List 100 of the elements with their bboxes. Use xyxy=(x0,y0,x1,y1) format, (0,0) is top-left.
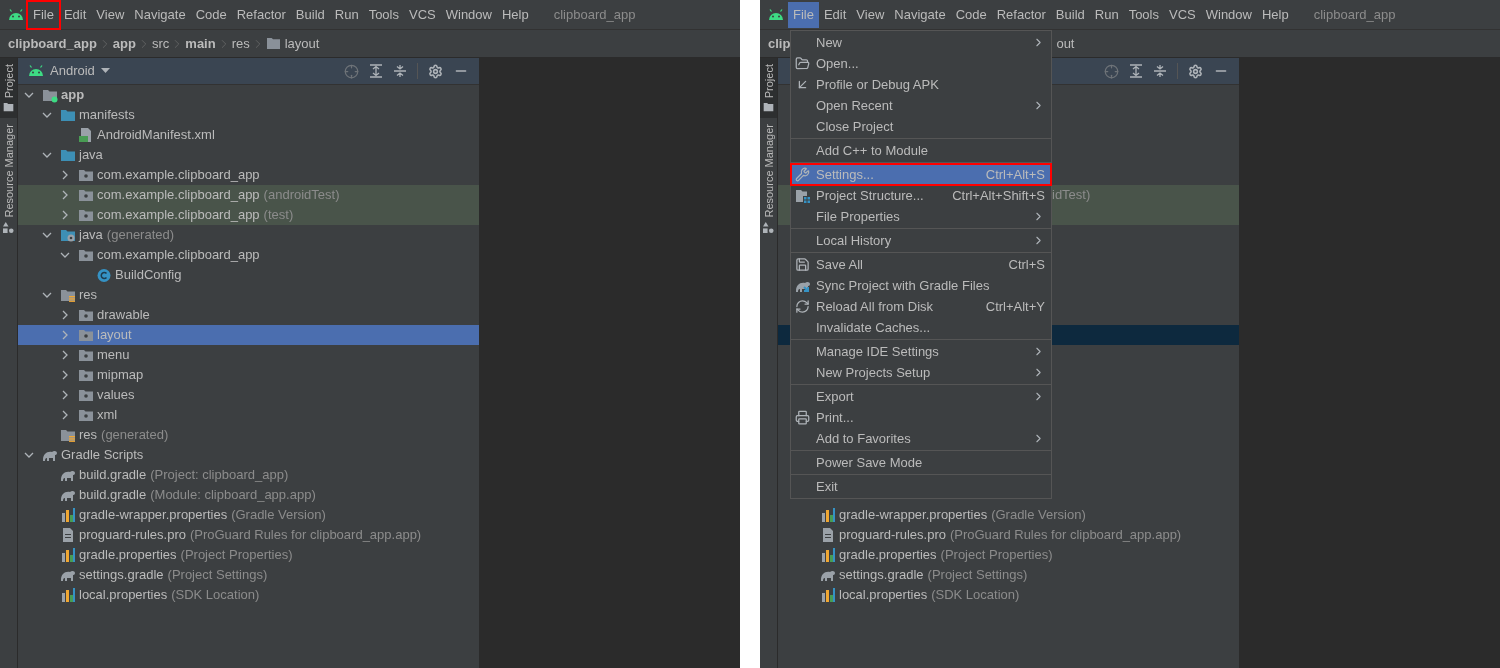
tree-label: com.example.clipboard_app xyxy=(97,246,260,265)
breadcrumb[interactable]: out xyxy=(1056,33,1075,54)
menu-item[interactable]: Close Project xyxy=(791,116,1051,137)
menu-item[interactable]: Save All Ctrl+S xyxy=(791,254,1051,275)
menu-item[interactable]: Open... xyxy=(791,53,1051,74)
menu-bar-item[interactable]: Run xyxy=(1089,1,1124,28)
tree-row[interactable]: AndroidManifest.xml xyxy=(18,125,479,145)
bar-chart-icon xyxy=(60,507,76,523)
tree-row[interactable]: values xyxy=(18,385,479,405)
tree-row[interactable]: gradle-wrapper.properties (Gradle Version) xyxy=(18,505,479,525)
tree-row[interactable]: gradle.properties (Project Properties) xyxy=(778,545,1239,565)
menu-item[interactable]: Profile or Debug APK xyxy=(791,74,1051,95)
tree-row[interactable]: com.example.clipboard_app xyxy=(18,245,479,265)
menu-bar-item[interactable]: Refactor xyxy=(231,1,291,28)
menu-bar-item[interactable]: Help xyxy=(496,1,534,28)
side-tab[interactable]: Resource Manager xyxy=(760,118,777,239)
side-tab[interactable]: Resource Manager xyxy=(0,118,17,239)
expand-all-icon[interactable] xyxy=(369,64,383,78)
tree-row[interactable]: local.properties (SDK Location) xyxy=(778,585,1239,605)
tree-row[interactable]: proguard-rules.pro (ProGuard Rules for clipboard_app.app) xyxy=(778,525,1239,545)
menu-bar-item[interactable]: Edit xyxy=(58,1,92,28)
tree-row[interactable]: com.example.clipboard_app (androidTest) xyxy=(18,185,479,205)
tree-row[interactable]: java xyxy=(18,145,479,165)
tree-row[interactable]: settings.gradle (Project Settings) xyxy=(778,565,1239,585)
menu-bar-item[interactable]: Tools xyxy=(1123,1,1164,28)
tree-row[interactable]: res xyxy=(18,285,479,305)
menu-item[interactable]: Export xyxy=(791,386,1051,407)
chevron-down-icon[interactable] xyxy=(42,150,52,160)
settings-icon[interactable] xyxy=(1188,63,1203,79)
menu-bar-item[interactable]: Edit xyxy=(818,1,852,28)
menu-bar-item[interactable]: Refactor xyxy=(991,1,1051,28)
menu-bar-item[interactable]: File xyxy=(28,1,59,28)
side-tab[interactable]: Project xyxy=(760,58,777,119)
tree-row[interactable]: gradle-wrapper.properties (Gradle Version) xyxy=(778,505,1239,525)
settings-icon[interactable] xyxy=(428,63,443,79)
tree-row[interactable]: com.example.clipboard_app (test) xyxy=(18,205,479,225)
menu-item[interactable]: Print... xyxy=(791,407,1051,428)
menu-item[interactable]: Power Save Mode xyxy=(791,452,1051,473)
menu-item[interactable]: Reload All from Disk Ctrl+Alt+Y xyxy=(791,296,1051,317)
chevron-down-icon[interactable] xyxy=(24,450,34,460)
tree-row[interactable]: app xyxy=(18,85,479,105)
menu-item[interactable]: New Projects Setup xyxy=(791,362,1051,383)
chevron-down-icon[interactable] xyxy=(42,290,52,300)
tree-row[interactable]: settings.gradle (Project Settings) xyxy=(18,565,479,585)
tree-row[interactable]: proguard-rules.pro (ProGuard Rules for clipboard_app.app) xyxy=(18,525,479,545)
menu-item[interactable]: Add C++ to Module xyxy=(791,140,1051,161)
menu-item[interactable]: Local History xyxy=(791,230,1051,251)
tree-hint: (Project Settings) xyxy=(167,566,268,585)
breadcrumb[interactable]: res xyxy=(231,33,250,54)
menu-item[interactable]: Sync Project with Gradle Files xyxy=(791,275,1051,296)
menu-bar-item[interactable]: Window xyxy=(1200,1,1257,28)
menu-bar-item[interactable]: Help xyxy=(1256,1,1294,28)
menu-bar-item[interactable]: VCS xyxy=(1164,1,1201,28)
breadcrumb[interactable]: clip xyxy=(768,33,791,54)
menu-bar-item[interactable]: Code xyxy=(190,1,232,28)
tree-row[interactable]: gradle.properties (Project Properties) xyxy=(18,545,479,565)
tree-row[interactable]: local.properties (SDK Location) xyxy=(18,585,479,605)
menu-item[interactable]: Project Structure... Ctrl+Alt+Shift+S xyxy=(791,185,1051,206)
tree-hint: (Module: clipboard_app.app) xyxy=(150,486,316,505)
collapse-all-icon[interactable] xyxy=(1153,64,1167,78)
menu-item[interactable]: File Properties xyxy=(791,206,1051,227)
tree-row[interactable]: manifests xyxy=(18,105,479,125)
breadcrumb[interactable]: app xyxy=(112,33,136,54)
tree-row[interactable]: build.gradle (Module: clipboard_app.app) xyxy=(18,485,479,505)
tree-row[interactable]: mipmap xyxy=(18,365,479,385)
tree-row[interactable]: res (generated) xyxy=(18,425,479,445)
menu-bar-item[interactable]: VCS xyxy=(404,1,441,28)
breadcrumb[interactable]: src xyxy=(152,33,170,54)
tree-row[interactable]: com.example.clipboard_app xyxy=(18,165,479,185)
menu-bar-item[interactable]: Code xyxy=(950,1,992,28)
menu-bar-item[interactable]: Navigate xyxy=(889,1,951,28)
menu-item[interactable]: Exit xyxy=(791,476,1051,497)
view-selector[interactable]: Android xyxy=(28,61,110,81)
menu-bar-item[interactable]: View xyxy=(851,1,890,28)
collapse-all-icon[interactable] xyxy=(393,64,407,78)
menu-item[interactable]: Manage IDE Settings xyxy=(791,341,1051,362)
tree-row[interactable]: xml xyxy=(18,405,479,425)
tree-row[interactable]: menu xyxy=(18,345,479,365)
menu-bar-item[interactable]: Build xyxy=(290,1,330,28)
menu-bar-item[interactable]: Navigate xyxy=(129,1,191,28)
tree-row[interactable]: BuildConfig xyxy=(18,265,479,285)
menu-item[interactable]: Invalidate Caches... xyxy=(791,317,1051,338)
project-title: clipboard_app xyxy=(1313,5,1396,24)
menu-bar-item[interactable]: Run xyxy=(329,1,364,28)
menu-item[interactable]: Open Recent xyxy=(791,95,1051,116)
menu-item[interactable]: Add to Favorites xyxy=(791,428,1051,449)
menu-bar-item[interactable]: View xyxy=(91,1,130,28)
menu-item[interactable]: New xyxy=(791,32,1051,53)
tree-row[interactable]: drawable xyxy=(18,305,479,325)
tree-row[interactable]: Gradle Scripts xyxy=(18,445,479,465)
menu-bar-item[interactable]: Build xyxy=(1050,1,1090,28)
breadcrumb[interactable]: layout xyxy=(284,33,320,54)
tree-row[interactable]: build.gradle (Project: clipboard_app) xyxy=(18,465,479,485)
menu-bar-item[interactable]: Tools xyxy=(363,1,404,28)
side-tab[interactable]: Project xyxy=(0,58,17,119)
breadcrumb[interactable]: main xyxy=(185,33,216,54)
expand-all-icon[interactable] xyxy=(1129,64,1143,78)
menu-bar-item[interactable]: Window xyxy=(440,1,497,28)
breadcrumb[interactable]: clipboard_app xyxy=(8,33,97,54)
tree-row[interactable]: java (generated) xyxy=(18,225,479,245)
